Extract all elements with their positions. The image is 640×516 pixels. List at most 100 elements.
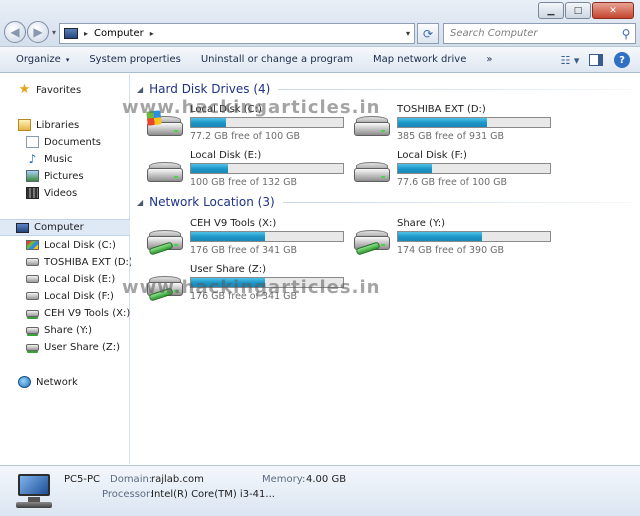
close-button[interactable]: ✕ bbox=[592, 2, 634, 19]
drive-tile-y[interactable]: Share (Y:) 174 GB free of 390 GB bbox=[352, 218, 557, 258]
breadcrumb-arrow-icon[interactable]: ▸ bbox=[150, 29, 154, 38]
drive-usage-bar bbox=[190, 231, 344, 242]
sidebar-item-label: TOSHIBA EXT (D:) bbox=[44, 256, 133, 268]
sidebar-item-libraries[interactable]: Libraries bbox=[0, 117, 130, 133]
computer-monitor-icon bbox=[14, 472, 54, 510]
memory-label: Memory: bbox=[262, 474, 306, 485]
drive-usage-bar bbox=[190, 117, 344, 128]
sidebar-item-videos[interactable]: Videos bbox=[0, 185, 130, 201]
more-commands-button[interactable]: » bbox=[476, 47, 502, 73]
picture-icon bbox=[26, 170, 39, 182]
breadcrumb-arrow-icon[interactable]: ▸ bbox=[84, 29, 88, 38]
drive-tile-d[interactable]: TOSHIBA EXT (D:) 385 GB free of 931 GB bbox=[352, 104, 557, 144]
network-drive-icon bbox=[26, 343, 39, 351]
sidebar-item-label: User Share (Z:) bbox=[44, 341, 121, 353]
network-drive-icon bbox=[352, 228, 392, 256]
sidebar-item-documents[interactable]: Documents bbox=[0, 134, 130, 150]
drive-usage-fill bbox=[398, 232, 483, 241]
drive-name: TOSHIBA EXT (D:) bbox=[397, 104, 486, 115]
address-bar[interactable]: ▸ Computer ▸ ▾ bbox=[59, 23, 415, 44]
sidebar-item-label: Share (Y:) bbox=[44, 324, 92, 336]
collapse-arrow-icon[interactable]: ◢ bbox=[137, 85, 143, 94]
breadcrumb-computer[interactable]: Computer bbox=[94, 28, 144, 39]
window-controls: ▁ □ ✕ bbox=[537, 2, 634, 19]
sidebar-item-music[interactable]: ♪ Music bbox=[0, 151, 130, 167]
uninstall-program-button[interactable]: Uninstall or change a program bbox=[191, 47, 363, 73]
sidebar-item-favorites[interactable]: ★ Favorites bbox=[0, 82, 130, 98]
minimize-button[interactable]: ▁ bbox=[538, 2, 564, 19]
view-options-icon[interactable]: ☷ ▾ bbox=[560, 51, 580, 69]
drive-tile-x[interactable]: CEH V9 Tools (X:) 176 GB free of 341 GB bbox=[145, 218, 350, 258]
drive-tile-f[interactable]: Local Disk (F:) 77.6 GB free of 100 GB bbox=[352, 150, 557, 190]
sidebar-item-label: Local Disk (E:) bbox=[44, 273, 116, 285]
group-header-hard-disk[interactable]: ◢ Hard Disk Drives (4) bbox=[137, 82, 632, 96]
sidebar-item-drive-f[interactable]: Local Disk (F:) bbox=[0, 288, 130, 304]
collapse-arrow-icon[interactable]: ◢ bbox=[137, 198, 143, 207]
drive-free-space: 176 GB free of 341 GB bbox=[190, 245, 298, 256]
maximize-button[interactable]: □ bbox=[565, 2, 591, 19]
sidebar-item-drive-c[interactable]: Local Disk (C:) bbox=[0, 237, 130, 253]
star-icon: ★ bbox=[18, 82, 31, 97]
computer-icon bbox=[64, 28, 78, 39]
network-drive-icon bbox=[26, 309, 39, 317]
content-pane: ◢ Hard Disk Drives (4) Local Disk (C:) 7… bbox=[131, 74, 640, 464]
sidebar-item-label: Documents bbox=[44, 136, 102, 148]
back-button[interactable]: ◀ bbox=[4, 21, 26, 43]
drive-usage-fill bbox=[398, 164, 433, 173]
preview-pane-icon bbox=[589, 54, 603, 66]
sidebar-item-pictures[interactable]: Pictures bbox=[0, 168, 130, 184]
network-drive-icon bbox=[26, 326, 39, 334]
group-header-network[interactable]: ◢ Network Location (3) bbox=[137, 195, 632, 209]
watermark: www.hackingarticles.in bbox=[122, 97, 381, 118]
search-icon[interactable]: ⚲ bbox=[617, 27, 635, 41]
music-icon: ♪ bbox=[28, 152, 37, 166]
drive-name: Share (Y:) bbox=[397, 218, 445, 229]
sidebar-item-label: CEH V9 Tools (X:) bbox=[44, 307, 131, 319]
group-title: Network Location (3) bbox=[149, 195, 275, 209]
drive-free-space: 100 GB free of 132 GB bbox=[190, 177, 298, 188]
hard-drive-icon bbox=[26, 258, 39, 266]
search-input[interactable]: Search Computer bbox=[450, 28, 617, 39]
sidebar-item-label: Local Disk (F:) bbox=[44, 290, 114, 302]
sidebar-item-drive-z[interactable]: User Share (Z:) bbox=[0, 339, 130, 355]
address-dropdown-icon[interactable]: ▾ bbox=[406, 29, 410, 38]
sidebar-item-drive-x[interactable]: CEH V9 Tools (X:) bbox=[0, 305, 130, 321]
sidebar-item-drive-y[interactable]: Share (Y:) bbox=[0, 322, 130, 338]
drive-tile-e[interactable]: Local Disk (E:) 100 GB free of 132 GB bbox=[145, 150, 350, 190]
drive-usage-fill bbox=[191, 232, 265, 241]
help-button[interactable]: ? bbox=[612, 51, 632, 69]
drive-name: User Share (Z:) bbox=[190, 264, 267, 275]
title-bar: ▁ □ ✕ ◀ ▶ ▾ ▸ Computer ▸ ▾ ⟳ Search Comp… bbox=[0, 0, 640, 47]
command-bar: Organize ▾ System properties Uninstall o… bbox=[0, 47, 640, 73]
system-properties-button[interactable]: System properties bbox=[79, 47, 191, 73]
drive-usage-fill bbox=[398, 118, 488, 127]
preview-pane-button[interactable] bbox=[586, 51, 606, 69]
drive-name: Local Disk (E:) bbox=[190, 150, 262, 161]
sidebar-item-label: Favorites bbox=[36, 84, 82, 96]
sidebar-item-network[interactable]: Network bbox=[0, 374, 130, 390]
organize-label: Organize bbox=[16, 54, 61, 65]
details-pane: PC5-PC Domain: rajlab.com Memory: 4.00 G… bbox=[0, 465, 640, 516]
sidebar-item-drive-e[interactable]: Local Disk (E:) bbox=[0, 271, 130, 287]
sidebar-item-label: Videos bbox=[44, 187, 78, 199]
recent-pages-icon[interactable]: ▾ bbox=[52, 28, 56, 37]
sidebar-item-drive-d[interactable]: TOSHIBA EXT (D:) bbox=[0, 254, 133, 270]
drive-usage-fill bbox=[191, 118, 226, 127]
group-divider bbox=[278, 88, 632, 90]
chevron-down-icon: ▾ bbox=[65, 55, 70, 64]
sidebar-item-computer[interactable]: Computer bbox=[0, 219, 130, 236]
drive-usage-bar bbox=[397, 231, 551, 242]
map-network-drive-button[interactable]: Map network drive bbox=[363, 47, 476, 73]
drive-usage-bar bbox=[190, 163, 344, 174]
organize-button[interactable]: Organize ▾ bbox=[0, 47, 79, 73]
toolbar-right-icons: ☷ ▾ ? bbox=[554, 51, 632, 69]
forward-button[interactable]: ▶ bbox=[27, 21, 49, 43]
drive-free-space: 385 GB free of 931 GB bbox=[397, 131, 505, 142]
processor-value: Intel(R) Core(TM) i3-41... bbox=[151, 489, 275, 500]
refresh-button[interactable]: ⟳ bbox=[417, 23, 439, 44]
library-icon bbox=[18, 119, 31, 131]
sidebar-item-label: Libraries bbox=[36, 119, 80, 131]
search-box[interactable]: Search Computer ⚲ bbox=[443, 23, 636, 44]
drive-free-space: 77.2 GB free of 100 GB bbox=[190, 131, 301, 142]
hard-drive-icon bbox=[352, 160, 392, 186]
